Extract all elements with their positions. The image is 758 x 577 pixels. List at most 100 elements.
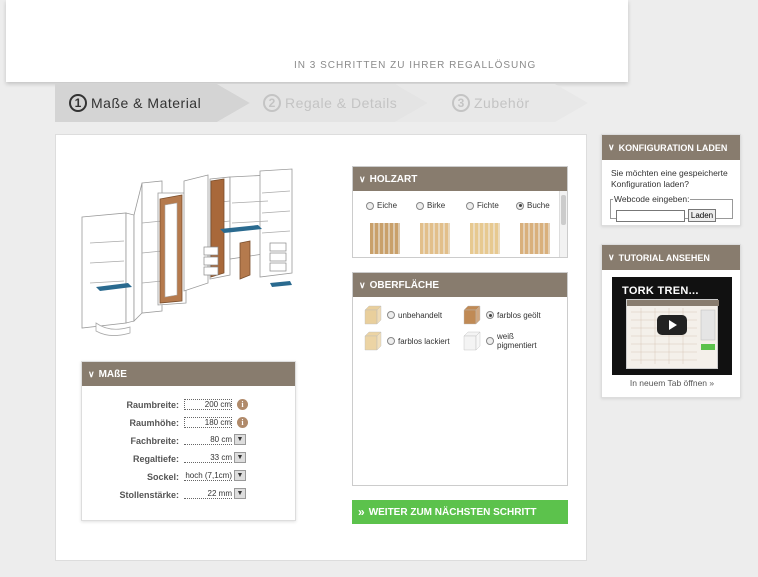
fachbreite-label: Fachbreite: [130,436,179,446]
surface-option-farblos-geoelt[interactable]: farblos geölt [462,305,541,325]
wood-option-birke[interactable]: Birke [416,201,445,210]
surface-option-unbehandelt[interactable]: unbehandelt [363,305,442,325]
wood-option-fichte[interactable]: Fichte [466,201,499,210]
sockel-label: Sockel: [146,472,179,482]
surface-label-farblos-lackiert: farblos lackiert [398,336,450,346]
tutorial-box: ∨ TUTORIAL ANSEHEN TORK TREN... In neuem [601,244,741,398]
laden-button[interactable]: Laden [688,209,716,222]
regaltiefe-label: Regaltiefe: [132,454,179,464]
dropdown-arrow-icon[interactable]: ▼ [234,434,246,445]
oberflaeche-panel: ∨ OBERFLÄCHE unbehandelt farblos geölt f… [352,272,568,486]
surface-label-unbehandelt: unbehandelt [398,310,443,320]
masse-row-regaltiefe: Regaltiefe: 33 cm ▼ [82,451,297,467]
holzart-scrollbar[interactable] [559,191,567,257]
surface-label-weiss-pigmentiert: weiß pigmentiert [497,332,537,350]
webcode-legend: Webcode eingeben: [614,194,690,204]
info-icon[interactable]: i [237,417,248,428]
step-navigation: 1 Maße & Material 2 Regale & Details 3 Z… [55,84,590,122]
wood-option-eiche[interactable]: Eiche [366,201,397,210]
tutorial-title: TUTORIAL ANSEHEN [618,252,710,263]
raumhoehe-input[interactable]: 180 cm [184,417,232,428]
wood-swatch-buche[interactable] [520,223,550,254]
step-1[interactable]: 1 Maße & Material [69,84,201,122]
konfiguration-header: ∨ KONFIGURATION LADEN [602,135,740,160]
chevron-double-down-icon: ∨ [608,252,615,262]
wood-label-eiche: Eiche [377,201,398,210]
video-thumbnail-graphic [627,300,719,364]
stollenstaerke-label: Stollenstärke: [119,490,179,500]
radio-weiss-pigmentiert[interactable] [486,337,494,345]
surface-cube-icon [463,305,481,325]
masse-row-raumhoehe: Raumhöhe: 180 cm i [82,415,297,431]
next-step-button[interactable]: » WEITER ZUM NÄCHSTEN SCHRITT [352,500,568,524]
sockel-select[interactable]: hoch (7,1cm) [184,471,232,481]
surface-cube-icon [463,331,481,351]
holzart-title: HOLZART [369,173,418,185]
surface-cube-icon [364,331,382,351]
scrollbar-thumb[interactable] [561,195,566,225]
tutorial-video[interactable]: TORK TREN... [612,277,732,375]
raumbreite-input[interactable]: 200 cm [184,399,232,410]
stollenstaerke-select[interactable]: 22 mm [184,489,232,499]
wood-swatch-birke[interactable] [420,223,450,254]
holzart-header: ∨ HOLZART [353,167,567,191]
shelf-illustration [81,168,293,336]
masse-row-stollenstaerke: Stollenstärke: 22 mm ▼ [82,487,297,503]
dropdown-arrow-icon[interactable]: ▼ [234,470,246,481]
wood-label-fichte: Fichte [477,201,499,210]
radio-birke[interactable] [416,201,424,210]
surface-option-farblos-lackiert[interactable]: farblos lackiert [363,331,450,351]
wood-label-birke: Birke [427,201,446,210]
oberflaeche-header: ∨ OBERFLÄCHE [353,273,567,297]
konfiguration-text: Sie möchten eine gespeicherte Konfigurat… [611,168,728,189]
step-2-label: Regale & Details [285,95,398,111]
masse-title: MAßE [98,368,127,380]
raumbreite-label: Raumbreite: [126,400,179,410]
wood-option-buche[interactable]: Buche [516,201,550,210]
radio-farblos-geoelt[interactable] [486,311,494,319]
open-new-tab-link[interactable]: In neuem Tab öffnen » [602,378,742,388]
next-step-label: WEITER ZUM NÄCHSTEN SCHRITT [368,506,537,518]
webcode-fieldset: Webcode eingeben: Laden [610,194,733,222]
chevron-double-down-icon: ∨ [88,368,95,379]
step-3-label: Zubehör [474,95,530,111]
tutorial-header: ∨ TUTORIAL ANSEHEN [602,245,740,270]
play-icon[interactable] [657,315,687,335]
raumhoehe-label: Raumhöhe: [129,418,180,428]
header-tagline: IN 3 SCHRITTEN ZU IHRER REGALLÖSUNG [294,60,537,71]
dropdown-arrow-icon[interactable]: ▼ [234,452,246,463]
masse-row-sockel: Sockel: hoch (7,1cm) ▼ [82,469,297,485]
regaltiefe-select[interactable]: 33 cm [184,453,232,463]
surface-option-weiss-pigmentiert[interactable]: weiß pigmentiert [462,331,547,351]
radio-eiche[interactable] [366,201,374,210]
surface-cube-icon [364,305,382,325]
chevron-double-down-icon: ∨ [608,142,615,152]
step-2[interactable]: 2 Regale & Details [263,84,397,122]
chevron-double-down-icon: ∨ [359,173,366,184]
oberflaeche-title: OBERFLÄCHE [369,279,440,291]
radio-farblos-lackiert[interactable] [387,337,395,345]
step-3-number: 3 [452,94,470,112]
dropdown-arrow-icon[interactable]: ▼ [234,488,246,499]
masse-panel: ∨ MAßE Raumbreite: 200 cm i Raumhöhe: 18… [81,361,296,521]
radio-unbehandelt[interactable] [387,311,395,319]
wood-label-buche: Buche [527,201,550,210]
double-chevron-right-icon: » [358,505,365,519]
holzart-panel: ∨ HOLZART Eiche Birke Fichte Buche [352,166,568,258]
video-title: TORK TREN... [622,285,699,297]
step-2-number: 2 [263,94,281,112]
fachbreite-select[interactable]: 80 cm [184,435,232,445]
webcode-input[interactable] [616,210,685,222]
masse-header: ∨ MAßE [82,362,295,386]
step-1-label: Maße & Material [91,95,202,111]
radio-fichte[interactable] [466,201,474,210]
radio-buche[interactable] [516,201,524,210]
info-icon[interactable]: i [237,399,248,410]
step-3[interactable]: 3 Zubehör [452,84,530,122]
wood-swatch-fichte[interactable] [470,223,500,254]
masse-row-fachbreite: Fachbreite: 80 cm ▼ [82,433,297,449]
surface-label-farblos-geoelt: farblos geölt [497,310,541,320]
masse-row-raumbreite: Raumbreite: 200 cm i [82,397,297,413]
wood-swatch-eiche[interactable] [370,223,400,254]
chevron-double-down-icon: ∨ [359,279,366,290]
